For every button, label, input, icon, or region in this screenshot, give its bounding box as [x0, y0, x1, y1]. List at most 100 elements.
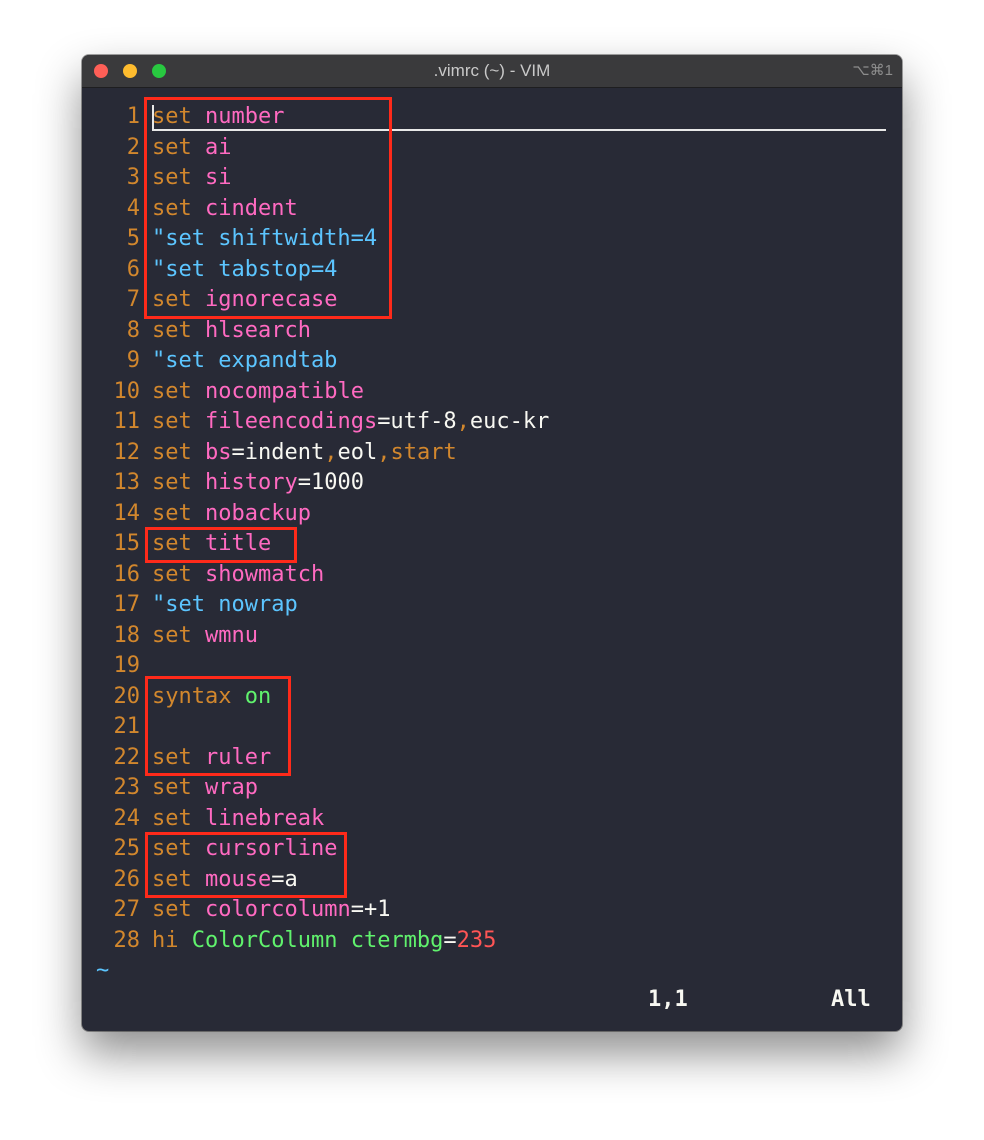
code-token: =: [443, 927, 457, 953]
code-token: ,: [456, 409, 470, 434]
code-token: =+1: [350, 897, 391, 922]
code-line[interactable]: 7 set ignorecase: [82, 285, 902, 316]
code-line[interactable]: 12 set bs=indent,eol,start: [82, 438, 902, 469]
line-content: set nobackup: [152, 499, 311, 530]
line-content: hi ColorColumn ctermbg=235: [152, 926, 496, 957]
code-token: set: [152, 744, 192, 770]
code-token: set: [152, 134, 192, 160]
title-bar[interactable]: .vimrc (~) - VIM ⌥⌘1: [82, 55, 902, 88]
code-line[interactable]: 28 hi ColorColumn ctermbg=235: [82, 926, 902, 957]
line-number: 17: [113, 592, 141, 617]
code-token: set: [152, 165, 192, 190]
line-number: 21: [113, 714, 141, 739]
code-token: title: [205, 531, 272, 556]
line-number: 9: [126, 348, 140, 373]
line-number: 3: [126, 165, 140, 190]
code-token: "set nowrap: [152, 592, 298, 617]
line-content: set ignorecase: [152, 285, 337, 316]
code-token: hi: [152, 927, 179, 953]
code-line[interactable]: 20 syntax on: [82, 682, 902, 713]
code-token: set: [152, 836, 192, 861]
code-token: set: [152, 500, 192, 526]
code-token: set: [152, 470, 192, 495]
line-content: set number: [152, 102, 284, 133]
code-line[interactable]: 5 "set shiftwidth=4: [82, 224, 902, 255]
code-line[interactable]: 14 set nobackup: [82, 499, 902, 530]
code-line[interactable]: 13 set history=1000: [82, 468, 902, 499]
line-content: set bs=indent,eol,start: [152, 438, 457, 469]
code-line[interactable]: 15 set title: [82, 529, 902, 560]
code-token: ctermbg: [350, 927, 444, 953]
code-token: =1000: [297, 470, 364, 495]
code-token: hlsearch: [205, 317, 311, 343]
code-token: "set expandtab: [152, 348, 338, 373]
code-token: nobackup: [205, 500, 311, 526]
line-number: 2: [126, 134, 140, 160]
code-line[interactable]: 4 set cindent: [82, 194, 902, 225]
code-token: wrap: [205, 775, 258, 800]
code-line[interactable]: 2 set ai: [82, 133, 902, 164]
line-number: 22: [113, 744, 141, 770]
code-token: set: [152, 561, 192, 587]
code-line[interactable]: 10 set nocompatible: [82, 377, 902, 408]
line-content: "set nowrap: [152, 590, 298, 621]
line-number: 18: [113, 622, 141, 648]
line-number: 1: [126, 104, 140, 129]
code-token: set: [152, 287, 192, 312]
code-token: =utf-8: [377, 409, 457, 434]
scroll-indicator: All: [831, 987, 871, 1012]
code-token: si: [205, 165, 232, 190]
line-content: set ai: [152, 133, 232, 164]
code-line[interactable]: 25 set cursorline: [82, 834, 902, 865]
line-number: 8: [126, 317, 140, 343]
line-content: set ruler: [152, 743, 271, 774]
line-content: "set tabstop=4: [152, 255, 337, 286]
line-number: 4: [126, 195, 140, 221]
cursor-position: 1,1: [648, 987, 688, 1012]
code-line[interactable]: 19: [82, 651, 902, 682]
code-line[interactable]: 3 set si: [82, 163, 902, 194]
editor-buffer[interactable]: 1 set number 2 set ai 3 set si 4 set cindent 5 "s…: [82, 102, 902, 956]
vim-window: .vimrc (~) - VIM ⌥⌘1 1 set number 2 set ai 3…: [82, 55, 902, 1031]
code-line[interactable]: 9 "set expandtab: [82, 346, 902, 377]
code-line[interactable]: 17 "set nowrap: [82, 590, 902, 621]
code-token: on: [244, 683, 272, 709]
code-token: history: [205, 470, 298, 495]
line-content: set fileencodings=utf-8,euc-kr: [152, 407, 549, 438]
line-number: 7: [126, 287, 140, 312]
code-line[interactable]: 11 set fileencodings=utf-8,euc-kr: [82, 407, 902, 438]
code-token: set: [152, 378, 192, 404]
line-content: set nocompatible: [152, 377, 364, 408]
line-number: 26: [113, 866, 141, 892]
line-number: 27: [113, 897, 141, 922]
code-line[interactable]: 24 set linebreak: [82, 804, 902, 835]
code-line[interactable]: 18 set wmnu: [82, 621, 902, 652]
code-line[interactable]: 21: [82, 712, 902, 743]
code-line[interactable]: 16 set showmatch: [82, 560, 902, 591]
code-line[interactable]: 8 set hlsearch: [82, 316, 902, 347]
line-number: 24: [113, 805, 141, 831]
code-line[interactable]: 6 "set tabstop=4: [82, 255, 902, 286]
code-line[interactable]: 22 set ruler: [82, 743, 902, 774]
code-token: 235: [456, 927, 497, 953]
code-line[interactable]: 26 set mouse=a: [82, 865, 902, 896]
code-token: nocompatible: [205, 378, 364, 404]
line-number: 19: [113, 653, 141, 678]
code-token: ColorColumn: [191, 927, 338, 953]
code-line[interactable]: 23 set wrap: [82, 773, 902, 804]
code-line[interactable]: 1 set number: [82, 102, 902, 133]
code-token: set: [152, 805, 192, 831]
code-token: syntax: [152, 683, 232, 709]
code-token: set: [152, 622, 192, 648]
line-content: set colorcolumn=+1: [152, 895, 390, 926]
code-line[interactable]: 27 set colorcolumn=+1: [82, 895, 902, 926]
code-token: linebreak: [205, 805, 325, 831]
line-content: set wrap: [152, 773, 258, 804]
